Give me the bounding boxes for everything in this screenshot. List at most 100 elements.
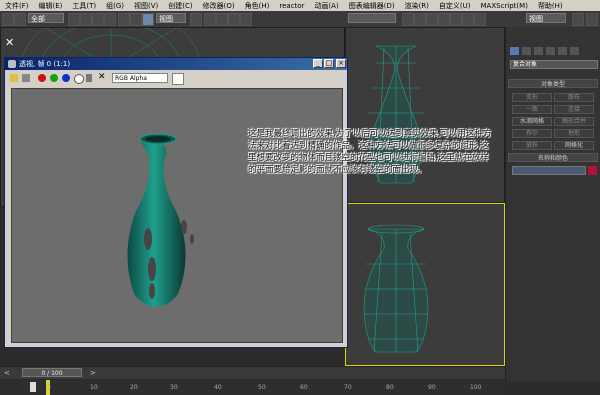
menu-modifiers[interactable]: 修改器(O) [198,1,240,11]
rect-select-icon[interactable] [92,13,104,26]
menu-group[interactable]: 组(G) [101,1,129,11]
front-view-vase-wireframe [366,45,426,184]
ruler-tick: 60 [300,384,308,391]
menu-file[interactable]: 文件(F) [0,1,34,11]
motion-tab-icon[interactable] [546,47,555,55]
time-slider[interactable]: 0 / 100 < > [0,366,505,379]
mesher-button[interactable]: 网格化 [554,141,594,150]
select-by-name-icon[interactable] [80,13,92,26]
alpha-channel-icon[interactable] [74,74,84,84]
ruler-tick: 10 [90,384,98,391]
viewport-perspective[interactable] [345,203,505,366]
select-rotate-icon[interactable] [130,13,142,26]
menu-views[interactable]: 视图(V) [129,1,163,11]
caption-text: 这是我最终调出的效果,为了以后可以达到真实效果,可以用这种方法来对比着达到精确的… [248,129,492,175]
reference-coord-dropdown[interactable]: 视图 [156,13,186,23]
copy-image-icon[interactable] [22,74,30,82]
morph-button[interactable]: 变形 [512,93,552,102]
menu-bar: 文件(F) 编辑(E) 工具(T) 组(G) 视图(V) 创建(C) 修改器(O… [0,0,600,11]
name-color-rollout[interactable]: 名称和颜色 [508,153,598,162]
connect-button[interactable]: 连接 [554,105,594,114]
menu-reactor[interactable]: reactor [274,2,309,10]
menu-help[interactable]: 帮助(H) [533,1,568,11]
ruler-tick: 80 [386,384,394,391]
blue-channel-icon[interactable] [62,74,70,82]
display-tab-icon[interactable] [558,47,567,55]
undo-icon[interactable] [2,13,14,26]
redo-icon[interactable] [14,13,26,26]
menu-create[interactable]: 创建(C) [163,1,197,11]
object-name-field[interactable] [512,166,586,175]
hierarchy-tab-icon[interactable] [534,47,543,55]
window-crossing-icon[interactable] [104,13,116,26]
snap-icon[interactable] [204,13,216,26]
maximize-icon[interactable]: □ [324,59,334,68]
blobmesh-button[interactable]: 水滴网格 [512,117,552,126]
ruler-tick: 20 [130,384,138,391]
minimize-icon[interactable]: _ [313,59,323,68]
select-move-icon[interactable] [118,13,130,26]
material-editor-icon[interactable] [462,13,474,26]
monochrome-icon[interactable] [86,74,92,82]
menu-character[interactable]: 角色(H) [240,1,275,11]
menu-tools[interactable]: 工具(T) [67,1,101,11]
select-icon[interactable] [68,13,80,26]
spinner-snap-icon[interactable] [240,13,252,26]
object-color-swatch[interactable] [588,166,597,175]
curve-editor-icon[interactable] [438,13,450,26]
named-selection-dropdown[interactable] [348,13,396,23]
render-window-title[interactable]: 透视, 帧 0 (1:1) [5,58,347,70]
channel-dropdown[interactable]: RGB Alpha [112,73,168,83]
object-type-rollout[interactable]: 对象类型 [508,79,598,88]
align-icon[interactable] [414,13,426,26]
loft-button[interactable]: 放样 [512,141,552,150]
pivot-icon[interactable] [190,13,202,26]
menu-edit[interactable]: 编辑(E) [34,1,68,11]
viewport-front[interactable] [345,27,505,203]
track-bar-key-icon[interactable] [30,382,36,392]
save-image-icon[interactable] [10,74,18,82]
track-bar[interactable]: 0 10 20 30 40 50 60 70 80 90 100 [0,380,505,395]
render-setup-icon[interactable] [474,13,486,26]
terrain-button[interactable]: 地形 [554,129,594,138]
conform-button[interactable]: 一致 [512,105,552,114]
create-tab-icon[interactable] [510,47,519,55]
scatter-button[interactable]: 散布 [554,93,594,102]
menu-graph-editors[interactable]: 图表编辑器(D) [344,1,400,11]
command-panel: 复合对象 对象类型 变形 散布 一致 连接 水滴网格 图形合并 布尔 地形 放样… [505,27,600,382]
red-channel-icon[interactable] [38,74,46,82]
mirror-icon[interactable] [402,13,414,26]
prev-frame-icon[interactable]: < [4,369,10,377]
shapemerge-button[interactable]: 图形合并 [554,117,594,126]
schematic-icon[interactable] [450,13,462,26]
close-icon[interactable]: × [336,59,346,68]
ruler-tick: 50 [258,384,266,391]
green-channel-icon[interactable] [50,74,58,82]
quick-render-icon[interactable] [572,13,584,26]
ruler-tick: 70 [344,384,352,391]
ruler-tick: 0 [47,384,51,391]
category-dropdown[interactable]: 复合对象 [510,60,598,69]
ruler-tick: 40 [214,384,222,391]
boolean-button[interactable]: 布尔 [512,129,552,138]
render-last-icon[interactable] [586,13,598,26]
render-frame-window[interactable]: 透视, 帧 0 (1:1) _ □ × ✕ RGB Alpha [4,57,348,348]
percent-snap-icon[interactable] [228,13,240,26]
angle-snap-icon[interactable] [216,13,228,26]
clear-icon[interactable]: ✕ [98,72,106,82]
menu-animation[interactable]: 动画(A) [309,1,343,11]
menu-maxscript[interactable]: MAXScript(M) [476,2,533,10]
next-frame-icon[interactable]: > [90,369,96,377]
selection-filter-dropdown[interactable]: 全部 [28,13,64,23]
modify-tab-icon[interactable] [522,47,531,55]
rendered-image [11,88,343,343]
select-scale-icon[interactable] [142,13,154,26]
menu-rendering[interactable]: 渲染(R) [400,1,434,11]
time-slider-thumb[interactable]: 0 / 100 [22,368,82,377]
close-icon[interactable]: ✕ [5,36,14,49]
color-swatch[interactable] [172,73,184,85]
layer-icon[interactable] [426,13,438,26]
utilities-tab-icon[interactable] [570,47,579,55]
render-type-dropdown[interactable]: 视图 [526,13,566,23]
menu-customize[interactable]: 自定义(U) [434,1,476,11]
